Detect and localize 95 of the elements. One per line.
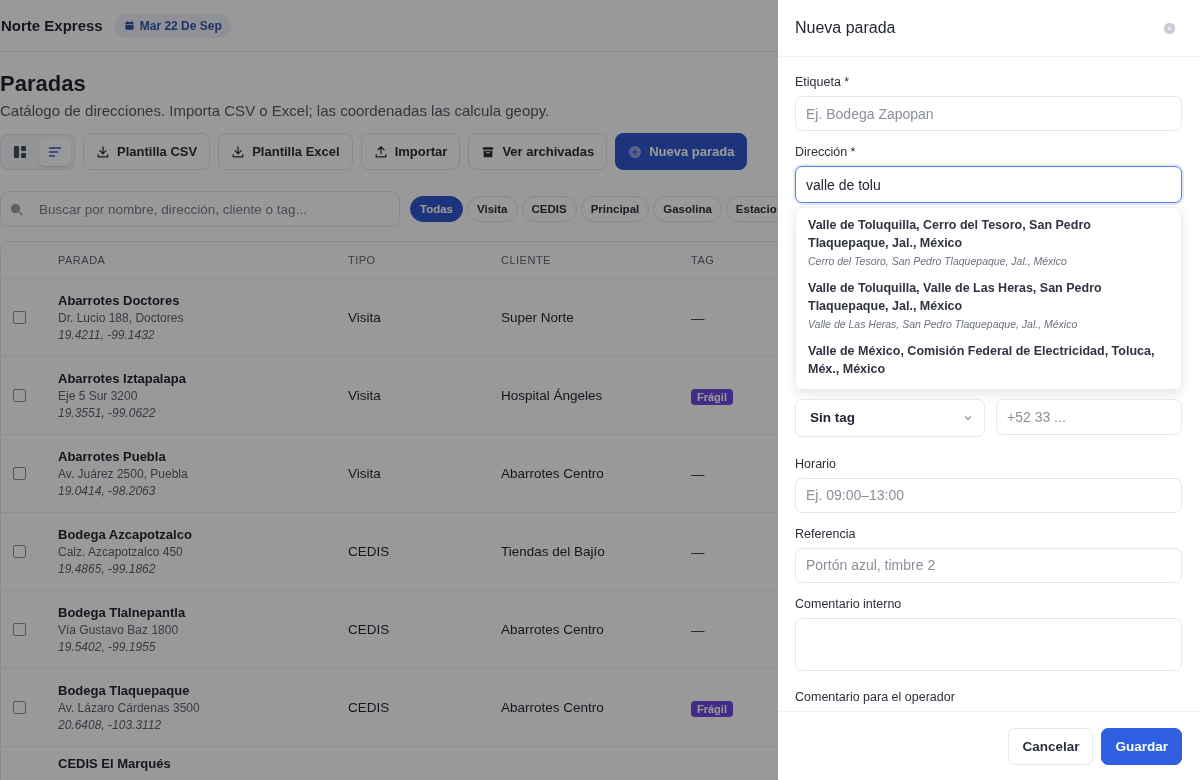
- stop-name: Abarrotes Iztapalapa: [58, 371, 187, 386]
- stop-address: Av. Juárez 2500, Puebla: [58, 467, 189, 481]
- stop-coordinates: 19.4211, -99.1432: [58, 328, 156, 342]
- row-checkbox[interactable]: [13, 467, 26, 480]
- tag-select[interactable]: Sin tag: [795, 398, 985, 437]
- suggestion-item[interactable]: Valle de México, Comisión Federal de Electricidad, Toluca, Méx., México: [808, 342, 1169, 378]
- date-badge: Mar 22 De Sep: [114, 13, 231, 38]
- save-button[interactable]: Guardar: [1101, 727, 1182, 765]
- table-cell-text: Hospital Ángeles: [501, 388, 604, 403]
- stop-name: Abarrotes Puebla: [58, 449, 167, 464]
- grid-icon: [12, 143, 28, 160]
- brand-name: Norte Express: [1, 17, 103, 34]
- cancel-button[interactable]: Cancelar: [1008, 727, 1094, 765]
- table-cell-text: Abarrotes Centro: [501, 466, 605, 481]
- suggestion-detail: Cerro del Tesoro, San Pedro Tlaquepaque, Jal., México: [808, 255, 1068, 267]
- column-header: CLIENTE: [501, 254, 552, 266]
- suggestion-detail: Valle de Las Heras, San Pedro Tlaquepaque, Jal., México: [808, 318, 1079, 330]
- archive-icon: [481, 144, 496, 159]
- new-stop-button[interactable]: Nueva parada: [615, 133, 748, 170]
- input-field[interactable]: Portón azul, timbre 2: [795, 547, 1182, 583]
- table-cell-text: Visita: [348, 388, 382, 403]
- close-button[interactable]: [1163, 21, 1176, 35]
- calendar-icon: [123, 20, 135, 31]
- plus-icon: [628, 144, 643, 159]
- stop-address: Eje 5 Sur 3200: [58, 389, 139, 403]
- search-icon: [9, 202, 24, 217]
- stop-name: CEDIS El Marqués: [58, 756, 172, 771]
- table-cell: —: [691, 544, 705, 560]
- stop-name: Bodega Tlaquepaque: [58, 683, 191, 698]
- suggestion-item[interactable]: Valle de Toluquilla, Cerro del Tesoro, San Pedro Tlaquepaque, Jal., México: [808, 216, 1169, 252]
- row-checkbox[interactable]: [13, 311, 26, 324]
- toolbar-button[interactable]: Ver archivadas: [468, 133, 608, 170]
- upload-icon: [373, 144, 388, 159]
- stop-address: Dr. Lucio 188, Doctores: [58, 311, 185, 325]
- filter-chip[interactable]: CEDIS: [521, 196, 577, 222]
- table-cell-text: Abarrotes Centro: [501, 622, 605, 637]
- textarea-field[interactable]: [795, 617, 1182, 671]
- stop-coordinates: 19.3551, -99.0622: [58, 406, 157, 420]
- column-header: TIPO: [348, 254, 377, 266]
- row-checkbox[interactable]: [13, 623, 26, 636]
- field-label: Dirección *: [795, 145, 857, 159]
- stop-coordinates: 19.5402, -99.1955: [58, 640, 157, 654]
- filter-chip[interactable]: Todas: [410, 196, 463, 222]
- address-field[interactable]: valle de tolu: [795, 166, 1182, 203]
- column-header: TAG: [691, 254, 716, 266]
- table-cell: —: [691, 310, 705, 326]
- stop-address: Calz. Azcapotzalco 450: [58, 545, 184, 559]
- row-checkbox[interactable]: [13, 545, 26, 558]
- table-cell-text: CEDIS: [348, 544, 391, 559]
- drawer-title: Nueva parada: [795, 19, 896, 37]
- close-icon: [1163, 21, 1176, 35]
- table-cell-text: Visita: [348, 310, 382, 325]
- filter-chip[interactable]: Gasolina: [653, 196, 722, 222]
- field-label: Referencia: [795, 526, 857, 541]
- page-subtitle: Catálogo de direcciones. Importa CSV o Excel; las coordenadas las calcula geopy.: [0, 102, 551, 119]
- table-cell-text: Super Norte: [501, 310, 575, 325]
- field-label: Comentario interno: [795, 596, 903, 611]
- field-label: Horario: [795, 456, 837, 471]
- tag-badge: Frágil: [691, 388, 733, 405]
- download-icon: [96, 144, 110, 159]
- column-header: PARADA: [58, 254, 107, 266]
- filter-chip[interactable]: Principal: [580, 196, 650, 222]
- phone-field[interactable]: +52 33 ...: [996, 398, 1182, 435]
- toolbar-button[interactable]: Plantilla Excel: [218, 133, 353, 170]
- table-cell-text: CEDIS: [348, 700, 391, 715]
- view-toggle-button[interactable]: [39, 137, 71, 166]
- toolbar-button[interactable]: Importar: [360, 133, 461, 170]
- page-title: Paradas: [0, 71, 87, 97]
- input-field[interactable]: Ej. 09:00–13:00: [795, 477, 1182, 513]
- suggestion-item[interactable]: Valle de Toluquilla, Valle de Las Heras, San Pedro Tlaquepaque, Jal., México: [808, 279, 1169, 315]
- stop-coordinates: 19.4865, -99.1862: [58, 562, 157, 576]
- table-cell-text: Tiendas del Bajío: [501, 544, 606, 559]
- download-icon: [231, 144, 246, 159]
- stop-name: Abarrotes Doctores: [58, 293, 181, 308]
- stop-coordinates: 20.6408, -103.3112: [58, 718, 163, 732]
- filter-chip[interactable]: Visita: [467, 196, 518, 222]
- field-label: Etiqueta *: [795, 75, 851, 89]
- toolbar-button[interactable]: Plantilla CSV: [83, 133, 211, 170]
- stop-name: Bodega Azcapotzalco: [58, 527, 193, 542]
- table-cell: —: [691, 622, 705, 638]
- input-field[interactable]: Ej. Bodega Zapopan: [795, 96, 1182, 131]
- stop-address: Av. Lázaro Cárdenas 3500: [58, 701, 201, 715]
- tag-badge: Frágil: [691, 700, 733, 717]
- field-label: Comentario para el operador: [795, 690, 956, 704]
- stop-name: Bodega Tlalnepantla: [58, 605, 187, 620]
- row-checkbox[interactable]: [13, 389, 26, 402]
- row-checkbox[interactable]: [13, 701, 26, 714]
- stop-address: Vía Gustavo Baz 1800: [58, 623, 180, 637]
- stop-coordinates: 19.0414, -98.2063: [58, 484, 157, 498]
- filter-chip[interactable]: Estacio: [725, 196, 778, 222]
- table-cell-text: CEDIS: [348, 622, 391, 637]
- table-cell-text: Abarrotes Centro: [501, 700, 605, 715]
- table-cell: —: [691, 466, 705, 482]
- table-cell-text: Visita: [348, 466, 382, 481]
- search-field[interactable]: Buscar por nombre, dirección, cliente o tag...: [0, 191, 400, 227]
